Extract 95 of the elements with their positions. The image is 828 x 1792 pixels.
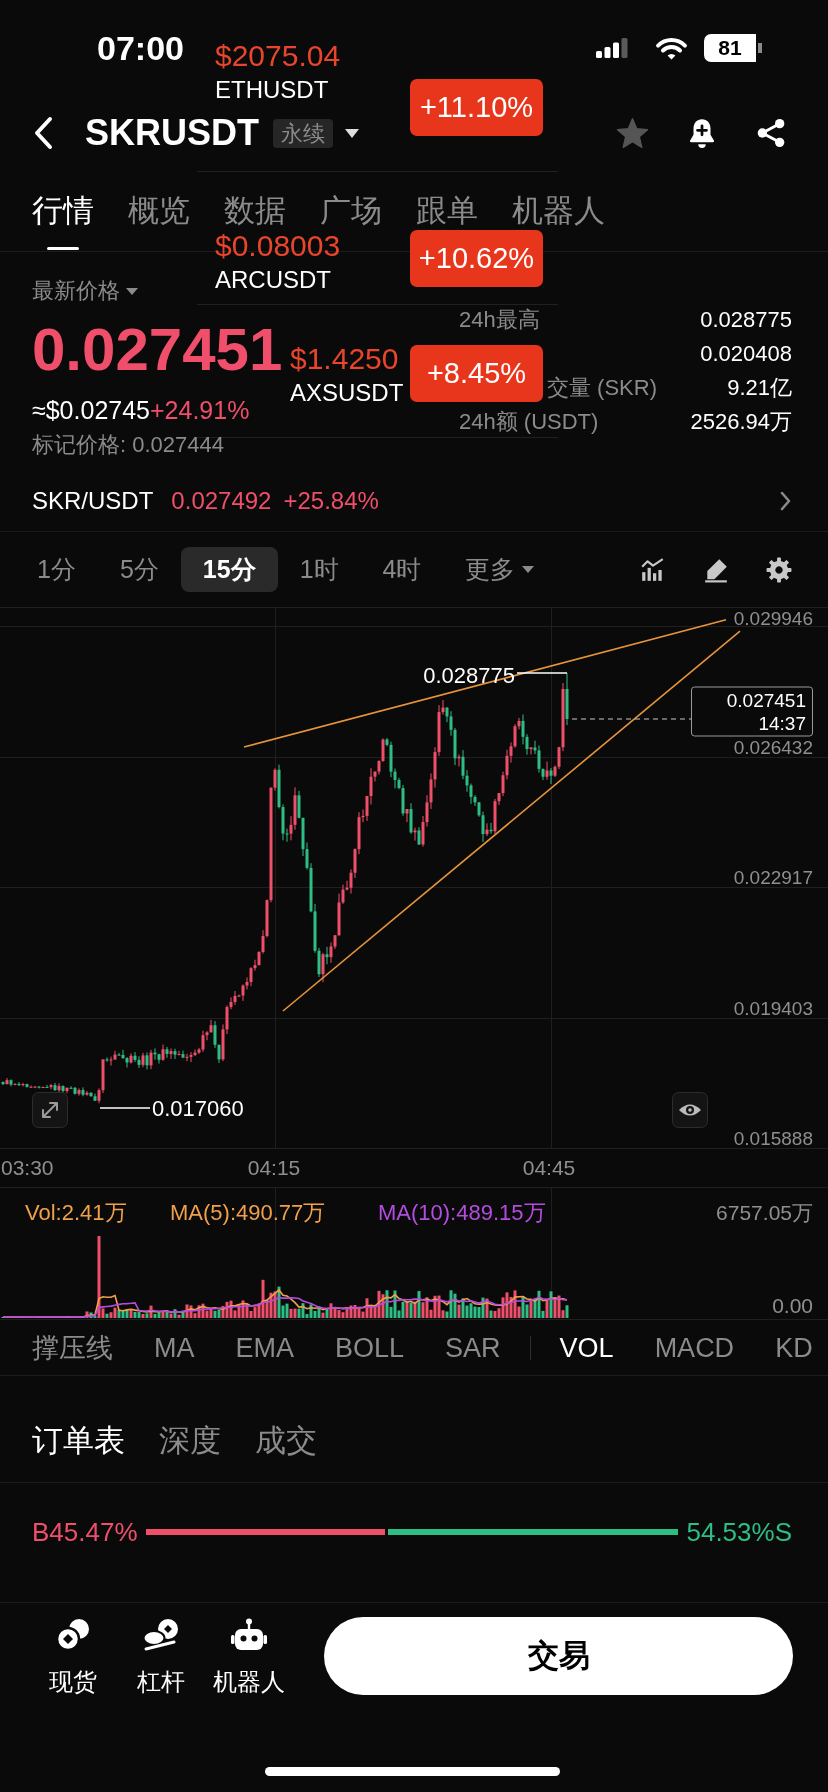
spot-change: +25.84% xyxy=(283,486,379,515)
indicator-tab[interactable]: KD xyxy=(775,1331,813,1364)
wifi-icon xyxy=(654,35,689,61)
ticker-pair: AXSUSDT xyxy=(290,378,404,408)
spot-pair-label: SKR/USDT xyxy=(32,486,154,515)
indicator-tab[interactable]: VOL xyxy=(559,1331,614,1364)
stat-value: 2526.94万 xyxy=(690,408,792,436)
leader-line xyxy=(516,672,568,674)
ma5-value-label: MA(5):490.77万 xyxy=(170,1200,326,1225)
time-axis-label: 03:30 xyxy=(1,1156,54,1179)
price-change: +24.91% xyxy=(150,395,250,425)
stat-label: 24h最高 xyxy=(459,306,540,334)
pair-title: SKRUSDT xyxy=(85,112,259,154)
ticker-price: $2075.04 xyxy=(215,40,341,72)
contract-tag: 永续 xyxy=(273,118,333,148)
percent-change-badge: +11.10% xyxy=(410,79,543,136)
interval-tab[interactable]: 1分 xyxy=(15,547,98,592)
countdown-label: 14:37 xyxy=(758,713,806,734)
trade-button[interactable]: 交易 xyxy=(324,1617,793,1695)
mark-price: 标记价格: 0.027444 xyxy=(32,431,224,459)
time-axis-label: 04:45 xyxy=(522,1156,576,1179)
price-axis-label: 0.019403 xyxy=(733,998,813,1019)
signal-icon xyxy=(596,38,628,58)
buy-ratio-label: B45.47% xyxy=(32,1516,138,1548)
coins-icon xyxy=(142,1618,180,1652)
ticker-price: $1.4250 xyxy=(290,343,399,375)
percent-change-badge: +8.45% xyxy=(410,345,543,402)
share-icon[interactable] xyxy=(755,117,787,149)
market-tab[interactable]: 跟单 xyxy=(416,192,478,229)
market-tab[interactable]: 机器人 xyxy=(512,192,605,229)
expand-icon[interactable] xyxy=(32,1092,68,1128)
market-tab[interactable]: 广场 xyxy=(320,192,382,229)
more-intervals-button[interactable]: 更多 xyxy=(443,547,557,592)
indicator-tab[interactable]: EMA xyxy=(235,1331,294,1364)
leader-line xyxy=(99,1107,151,1109)
interval-tab[interactable]: 5分 xyxy=(97,547,181,592)
fiat-price: ≈$0.02745 xyxy=(32,395,150,425)
price-type-dropdown[interactable]: 最新价格 xyxy=(32,277,138,305)
last-price: 0.027451 xyxy=(32,317,283,383)
spot-price: 0.027492 xyxy=(171,486,272,515)
price-axis-label: 0.022917 xyxy=(733,867,813,888)
price-axis-label: 0.015888 xyxy=(733,1128,813,1149)
high-price-label: 0.028775 xyxy=(423,663,515,688)
volume-axis-label: 6757.05万 xyxy=(716,1201,813,1224)
chevron-right-icon[interactable] xyxy=(780,490,791,511)
interval-tab[interactable]: 1时 xyxy=(277,547,361,592)
settings-icon[interactable] xyxy=(766,556,792,583)
stat-value: 0.020408 xyxy=(700,341,792,367)
indicator-tab[interactable]: 撑压线 xyxy=(32,1331,113,1364)
price-axis-label: 0.029946 xyxy=(733,608,813,629)
coins-icon xyxy=(55,1618,91,1652)
pencil-icon[interactable] xyxy=(703,556,729,583)
stat-value: 9.21亿 xyxy=(727,374,792,402)
star-icon[interactable] xyxy=(616,117,649,149)
caret-icon xyxy=(126,287,138,295)
tab-underline xyxy=(47,247,79,250)
sell-ratio-label: 54.53%S xyxy=(686,1516,792,1548)
bell-plus-icon[interactable] xyxy=(687,116,717,150)
interval-tab[interactable]: 15分 xyxy=(180,547,278,592)
market-tab[interactable]: 行情 xyxy=(32,192,94,229)
order-book-tab[interactable]: 成交 xyxy=(255,1423,317,1459)
caret-icon xyxy=(522,566,535,573)
market-tab[interactable]: 数据 xyxy=(224,192,286,229)
order-book-tab[interactable]: 订单表 xyxy=(32,1423,125,1459)
bottom-nav-item[interactable]: 现货 xyxy=(29,1617,117,1696)
ma10-value-label: MA(10):489.15万 xyxy=(378,1200,546,1225)
bottom-nav-item[interactable]: 杠杆 xyxy=(117,1617,205,1696)
indicator-tab[interactable]: BOLL xyxy=(335,1331,405,1364)
stat-label: 24h额 (USDT) xyxy=(459,408,599,436)
indicator-tab[interactable]: MACD xyxy=(654,1331,735,1364)
ticker-pair: ETHUSDT xyxy=(215,75,329,105)
indicator-tab[interactable]: SAR xyxy=(445,1331,501,1364)
eye-icon[interactable] xyxy=(672,1092,708,1128)
bottom-nav-item[interactable]: 机器人 xyxy=(205,1617,293,1696)
last-price-label: 0.027451 xyxy=(726,690,806,711)
volume-value-label: Vol:2.41万 xyxy=(25,1200,127,1225)
caret-icon[interactable] xyxy=(345,128,359,138)
back-icon[interactable] xyxy=(33,116,53,150)
ticker-price: $0.08003 xyxy=(215,230,341,262)
order-book-tab[interactable]: 深度 xyxy=(159,1423,221,1459)
chart-icon[interactable] xyxy=(640,556,666,583)
stat-label: 交量 (SKR) xyxy=(547,374,657,402)
robot-icon xyxy=(231,1618,267,1652)
price-axis-label: 0.026432 xyxy=(733,737,813,758)
volume-axis-label: 0.00 xyxy=(772,1294,813,1317)
low-price-label: 0.017060 xyxy=(152,1096,244,1121)
ticker-pair: ARCUSDT xyxy=(215,265,331,295)
percent-change-badge: +10.62% xyxy=(410,230,543,287)
stat-value: 0.028775 xyxy=(700,307,792,333)
indicator-tab[interactable]: MA xyxy=(154,1331,195,1364)
time-axis-label: 04:15 xyxy=(247,1156,301,1179)
battery-indicator: 81 xyxy=(704,34,762,62)
status-time: 07:00 xyxy=(97,28,184,68)
interval-tab[interactable]: 4时 xyxy=(360,547,444,592)
market-tab[interactable]: 概览 xyxy=(128,192,190,229)
